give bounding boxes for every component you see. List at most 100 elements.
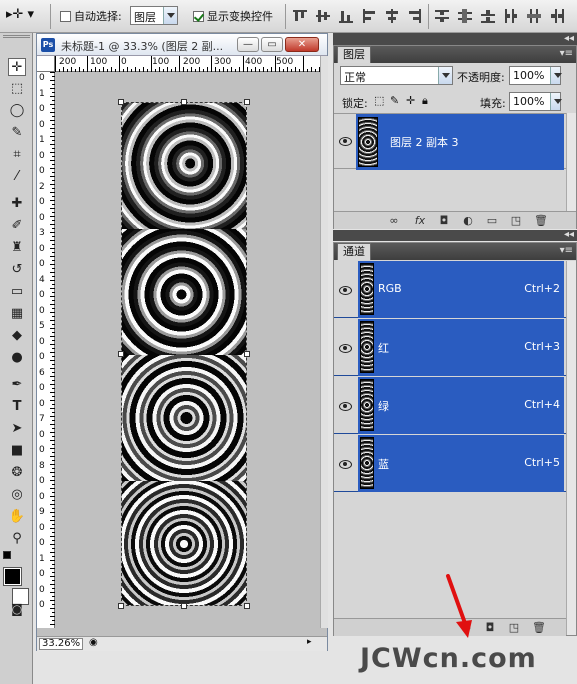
show-transform-checkbox[interactable]: 显示变换控件: [193, 8, 273, 24]
trash-icon[interactable]: 🗑︎: [532, 622, 546, 634]
blur-tool-icon[interactable]: ◆: [8, 327, 26, 345]
opacity-slider-icon[interactable]: [550, 67, 562, 84]
align-left-edges-icon[interactable]: [361, 8, 377, 24]
tab-layers[interactable]: 图层: [337, 46, 371, 63]
opacity-input[interactable]: 100%: [509, 66, 562, 85]
channel-row[interactable]: 蓝 Ctrl+5: [334, 435, 566, 492]
panel-dock-header[interactable]: ◂◂: [333, 33, 577, 45]
show-transform-check-icon[interactable]: [193, 11, 204, 22]
default-colors-icon[interactable]: [3, 551, 11, 559]
lock-image-icon[interactable]: ✎: [390, 94, 399, 107]
marquee-tool-icon[interactable]: ⬚: [8, 80, 26, 98]
transform-handle[interactable]: [181, 99, 187, 105]
eye-icon[interactable]: [338, 285, 352, 295]
layer-thumbnail[interactable]: [358, 117, 378, 167]
channel-thumbnail[interactable]: [360, 263, 374, 315]
eye-icon[interactable]: [338, 136, 352, 146]
panel-menu-icon[interactable]: ▾≡: [560, 49, 573, 59]
layer-row[interactable]: 图层 2 副本 3: [334, 113, 566, 170]
adjustment-layer-icon[interactable]: ◐: [462, 215, 474, 227]
new-group-icon[interactable]: ▭: [486, 215, 498, 227]
layer-name[interactable]: 图层 2 副本 3: [390, 134, 459, 150]
trash-icon[interactable]: 🗑︎: [534, 215, 548, 227]
auto-select-checkbox[interactable]: 自动选择:: [60, 8, 122, 24]
eyedropper-tool-icon[interactable]: ⁄: [8, 168, 26, 186]
channel-thumbnail[interactable]: [360, 437, 374, 489]
canvas-image[interactable]: [121, 102, 247, 606]
dodge-tool-icon[interactable]: ●: [8, 349, 26, 367]
transform-handle[interactable]: [181, 603, 187, 609]
status-menu-icon[interactable]: ◉: [89, 637, 98, 648]
lock-transparent-icon[interactable]: ⬚: [374, 94, 384, 107]
channel-row[interactable]: RGB Ctrl+2: [334, 261, 566, 318]
save-selection-channel-icon[interactable]: ◘: [484, 622, 496, 634]
new-channel-icon[interactable]: ◳: [508, 622, 520, 634]
quick-selection-tool-icon[interactable]: ✎: [8, 124, 26, 142]
eye-icon[interactable]: [338, 343, 352, 353]
distribute-right-icon[interactable]: [549, 8, 565, 24]
document-titlebar[interactable]: Ps 未标题-1 @ 33.3% (图层 2 副... — ▭ ✕: [37, 34, 327, 56]
blend-mode-dropdown[interactable]: 正常: [340, 66, 453, 85]
zoom-level[interactable]: 33.26%: [39, 638, 83, 650]
move-tool-icon[interactable]: ✛: [8, 58, 26, 76]
align-horizontal-centers-icon[interactable]: [384, 8, 400, 24]
channel-row[interactable]: 红 Ctrl+3: [334, 319, 566, 376]
lock-position-icon[interactable]: ✛: [406, 94, 415, 107]
eye-icon[interactable]: [338, 401, 352, 411]
pen-tool-icon[interactable]: ✒: [8, 376, 26, 394]
foreground-color-swatch[interactable]: [3, 567, 22, 586]
distribute-bottom-icon[interactable]: [480, 8, 496, 24]
move-tool-preset-icon[interactable]: ▸✛ ▾: [6, 7, 34, 22]
transform-handle[interactable]: [244, 603, 250, 609]
lock-all-icon[interactable]: 🔒︎: [422, 94, 428, 108]
channels-scrollbar[interactable]: [566, 261, 576, 635]
fill-input[interactable]: 100%: [509, 92, 562, 111]
history-brush-tool-icon[interactable]: ↺: [8, 261, 26, 279]
channel-row[interactable]: 绿 Ctrl+4: [334, 377, 566, 434]
align-right-edges-icon[interactable]: [407, 8, 423, 24]
layer-style-icon[interactable]: fx: [414, 215, 426, 227]
distribute-horizontal-centers-icon[interactable]: [526, 8, 542, 24]
close-button[interactable]: ✕: [285, 37, 319, 52]
transform-handle[interactable]: [118, 99, 124, 105]
minimize-button[interactable]: —: [237, 37, 259, 52]
eye-icon[interactable]: [338, 459, 352, 469]
add-mask-icon[interactable]: ◘: [438, 215, 450, 227]
collapse-icon[interactable]: ◂◂: [564, 34, 574, 44]
link-layers-icon[interactable]: ∞: [388, 215, 400, 227]
restore-button[interactable]: ▭: [261, 37, 283, 52]
auto-select-check-icon[interactable]: [60, 11, 71, 22]
new-layer-icon[interactable]: ◳: [510, 215, 522, 227]
transform-handle[interactable]: [118, 603, 124, 609]
channel-thumbnail[interactable]: [360, 321, 374, 373]
healing-brush-tool-icon[interactable]: ✚: [8, 195, 26, 213]
distribute-left-icon[interactable]: [503, 8, 519, 24]
gradient-tool-icon[interactable]: ▦: [8, 305, 26, 323]
3d-orbit-tool-icon[interactable]: ◎: [8, 486, 26, 504]
brush-tool-icon[interactable]: ✐: [8, 217, 26, 235]
panel-menu-icon[interactable]: ▾≡: [560, 246, 573, 256]
ruler-origin[interactable]: [37, 56, 55, 72]
align-top-edges-icon[interactable]: [292, 8, 308, 24]
auto-select-target-dropdown[interactable]: 图层: [130, 6, 178, 25]
panel-dock-header[interactable]: ◂◂: [333, 230, 577, 241]
quick-mask-icon[interactable]: ◙: [8, 600, 26, 618]
3d-rotate-tool-icon[interactable]: ❂: [8, 464, 26, 482]
toolbox-grip[interactable]: [3, 35, 30, 38]
clone-stamp-tool-icon[interactable]: ♜: [8, 239, 26, 257]
align-bottom-edges-icon[interactable]: [338, 8, 354, 24]
vertical-scrollbar[interactable]: [320, 56, 328, 628]
tab-channels[interactable]: 通道: [337, 243, 371, 260]
scroll-right-icon[interactable]: ▸: [307, 637, 312, 647]
align-vertical-centers-icon[interactable]: [315, 8, 331, 24]
transform-handle[interactable]: [244, 351, 250, 357]
zoom-tool-icon[interactable]: ⚲: [8, 530, 26, 548]
collapse-icon[interactable]: ◂◂: [564, 230, 574, 240]
distribute-vertical-centers-icon[interactable]: [457, 8, 473, 24]
crop-tool-icon[interactable]: ⌗: [8, 146, 26, 164]
fill-slider-icon[interactable]: [550, 93, 562, 110]
channel-thumbnail[interactable]: [360, 379, 374, 431]
type-tool-icon[interactable]: T: [8, 398, 26, 416]
path-selection-tool-icon[interactable]: ➤: [8, 420, 26, 438]
eraser-tool-icon[interactable]: ▭: [8, 283, 26, 301]
